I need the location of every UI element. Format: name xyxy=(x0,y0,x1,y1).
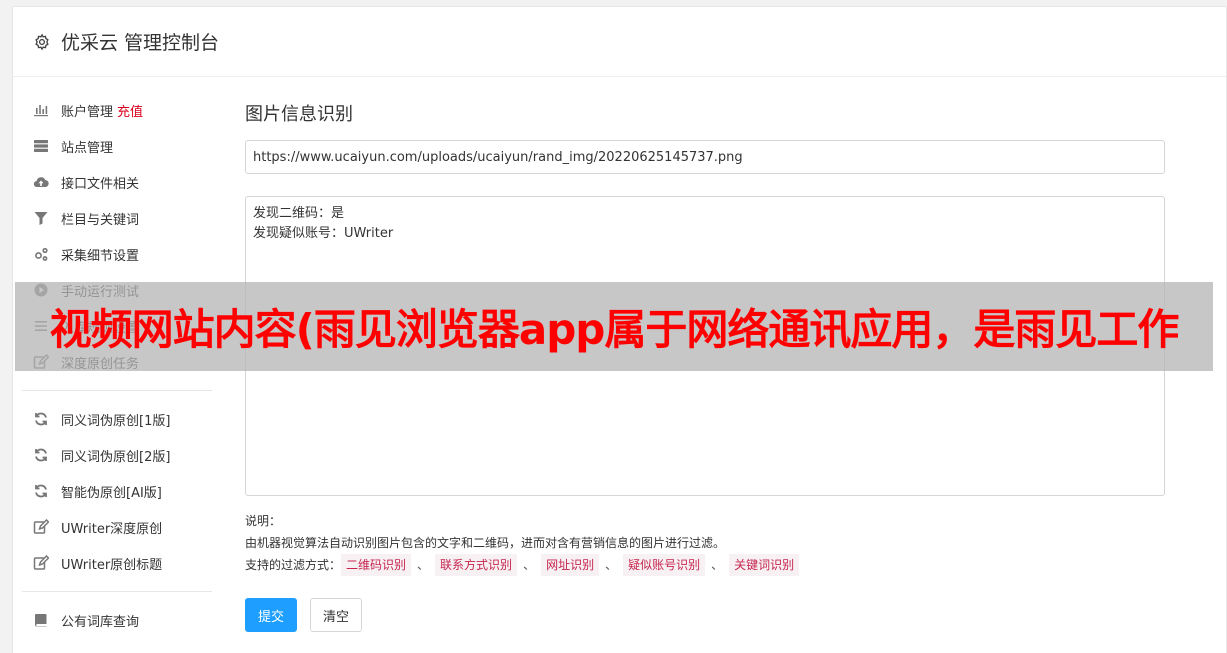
refresh-icon xyxy=(32,446,50,464)
refresh-icon xyxy=(32,410,50,428)
sidebar-item-label: UWriter深度原创 xyxy=(61,521,163,537)
sidebar-item[interactable]: 采集细节设置 xyxy=(22,236,212,272)
bar-chart-icon xyxy=(32,101,50,119)
overlay-banner: 视频网站内容(雨见浏览器app属于网络通讯应用，是雨见工作 xyxy=(15,282,1213,371)
server-icon xyxy=(32,137,50,155)
sidebar-item-label: 栏目与关键词 xyxy=(61,212,140,228)
sidebar-item-label: 采集细节设置 xyxy=(61,248,140,264)
edit-icon xyxy=(32,518,50,536)
filter-tag: 二维码识别 xyxy=(341,554,412,576)
filter-separator: 、 xyxy=(523,558,536,572)
desc-label: 说明： xyxy=(245,514,282,528)
banner-text: 视频网站内容(雨见浏览器app属于网络通讯应用，是雨见工作 xyxy=(49,305,1180,354)
filter-tag: 关键词识别 xyxy=(729,554,800,576)
sidebar-item[interactable]: 账户管理 充值 xyxy=(22,92,212,128)
filter-tag: 网址识别 xyxy=(541,554,600,576)
sidebar-item-label: 同义词伪原创[2版] xyxy=(61,449,171,465)
cloud-upload-icon xyxy=(32,173,50,191)
clear-button[interactable]: 清空 xyxy=(310,598,363,632)
button-row: 提交 清空 xyxy=(245,598,1165,632)
sidebar-item-label: 公有词库查询 xyxy=(61,614,140,630)
sidebar-item[interactable]: 同义词伪原创[2版] xyxy=(22,437,212,473)
gear-icon xyxy=(33,33,51,51)
sidebar-item-label: 智能伪原创[AI版] xyxy=(61,485,162,501)
filter-separator: 、 xyxy=(417,558,430,572)
sidebar-item[interactable]: 同义词伪原创[1版] xyxy=(22,401,212,437)
image-url-input[interactable] xyxy=(245,140,1165,174)
sidebar-divider xyxy=(22,390,212,391)
recharge-link[interactable]: 充值 xyxy=(117,101,143,120)
sidebar-item[interactable]: UWriter原创标题 xyxy=(22,545,212,581)
filter-methods: 支持的过滤方式： 二维码识别、联系方式识别、网址识别、疑似账号识别、关键词识别 xyxy=(245,554,1165,576)
page-title: 图片信息识别 xyxy=(245,104,353,125)
desc-text: 由机器视觉算法自动识别图片包含的文字和二维码，进而对含有营销信息的图片进行过滤。 xyxy=(245,536,726,550)
filter-tag: 联系方式识别 xyxy=(435,554,518,576)
sidebar-item-label: 同义词伪原创[1版] xyxy=(61,413,171,429)
sidebar-item-label: 站点管理 xyxy=(61,140,114,156)
sidebar-item[interactable]: 站点管理 xyxy=(22,128,212,164)
sidebar-item[interactable]: 接口文件相关 xyxy=(22,164,212,200)
description: 说明： 由机器视觉算法自动识别图片包含的文字和二维码，进而对含有营销信息的图片进… xyxy=(245,510,1165,576)
sidebar-item-label: 账户管理 xyxy=(61,104,114,120)
sidebar-divider xyxy=(22,591,212,592)
sidebar-item[interactable]: UWriter深度原创 xyxy=(22,509,212,545)
edit-icon xyxy=(32,554,50,572)
filter-separator: 、 xyxy=(711,558,724,572)
book-icon xyxy=(32,611,50,629)
cogs-icon xyxy=(32,245,50,263)
filter-label: 支持的过滤方式： xyxy=(245,558,342,572)
refresh-icon xyxy=(32,482,50,500)
sidebar-item[interactable]: 栏目与关键词 xyxy=(22,200,212,236)
card-header: 优采云 管理控制台 xyxy=(13,7,1226,77)
sidebar-item[interactable]: 智能伪原创[AI版] xyxy=(22,473,212,509)
sidebar-item-label: UWriter原创标题 xyxy=(61,557,163,573)
submit-button[interactable]: 提交 xyxy=(245,598,298,632)
filter-separator: 、 xyxy=(605,558,618,572)
filter-tag: 疑似账号识别 xyxy=(623,554,706,576)
sidebar-item-label: 接口文件相关 xyxy=(61,176,140,192)
filter-icon xyxy=(32,209,50,227)
page-header-title: 优采云 管理控制台 xyxy=(61,32,220,54)
sidebar-item[interactable]: 公有词库查询 xyxy=(22,602,212,638)
